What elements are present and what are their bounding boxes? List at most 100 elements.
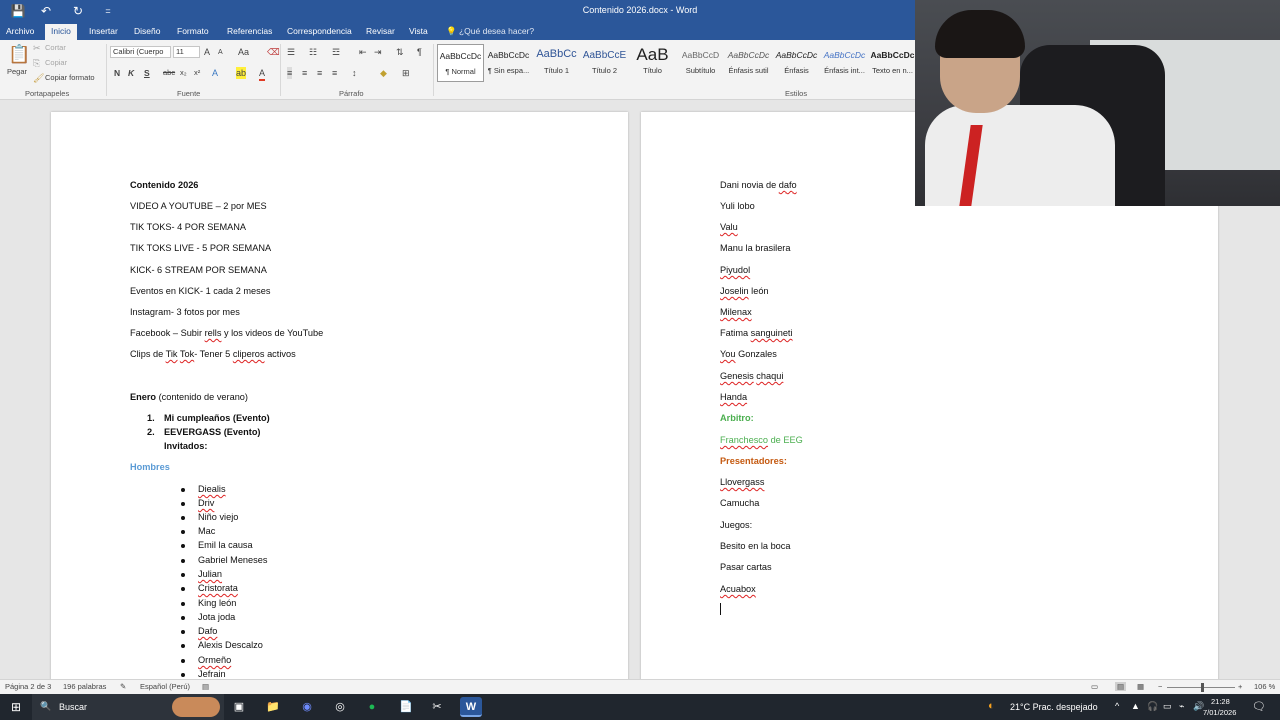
clear-format-icon[interactable]: ⌫: [267, 46, 280, 58]
increase-indent-icon[interactable]: ⇥: [374, 46, 382, 58]
guest-line: Dani novia de dafo: [720, 180, 797, 190]
multilevel-list-icon[interactable]: ☲: [332, 46, 340, 58]
style-heading-2[interactable]: AaBbCcE Título 2: [581, 44, 628, 82]
change-case-button[interactable]: Aa: [238, 46, 249, 58]
tab-insertar[interactable]: Insertar: [83, 24, 124, 40]
search-highlight-icon: [172, 697, 220, 717]
page-count[interactable]: Página 2 de 3: [5, 682, 51, 691]
bullet-marker: [181, 488, 185, 492]
cut-icon: ✂: [33, 43, 41, 53]
copy-icon: ⎘: [33, 58, 41, 68]
clock-time[interactable]: 21:28: [1211, 697, 1230, 706]
numbering-icon[interactable]: ☷: [309, 46, 317, 58]
bullets-icon[interactable]: ☰: [287, 46, 295, 58]
underline-button[interactable]: S: [144, 67, 150, 79]
hombres-heading: Hombres: [130, 462, 170, 472]
tab-referencias[interactable]: Referencias: [221, 24, 278, 40]
format-painter-button[interactable]: Copiar formato: [45, 72, 95, 84]
decrease-indent-icon[interactable]: ⇤: [359, 46, 367, 58]
taskbar-search[interactable]: 🔍 Buscar: [32, 694, 224, 720]
language-indicator[interactable]: Español (Perú): [140, 682, 190, 691]
read-mode-icon[interactable]: ▭: [1091, 682, 1098, 691]
task-view-icon[interactable]: ▣: [228, 697, 250, 717]
italic-button[interactable]: K: [128, 67, 134, 79]
tell-me-search[interactable]: 💡 ¿Qué desea hacer?: [446, 24, 534, 38]
shrink-font-button[interactable]: A: [218, 47, 223, 59]
word-icon[interactable]: W: [460, 697, 482, 717]
copy-button[interactable]: Copiar: [45, 57, 67, 69]
text-effects-icon[interactable]: A: [212, 67, 218, 79]
style-heading-1[interactable]: AaBbCc Título 1: [533, 44, 580, 82]
paste-button[interactable]: Pegar: [7, 66, 27, 78]
style-title[interactable]: AaB Título: [629, 44, 676, 82]
document-app-icon[interactable]: 📄: [395, 697, 417, 717]
style-name: Énfasis int...: [824, 66, 865, 75]
word-count[interactable]: 196 palabras: [63, 682, 106, 691]
subscript-button[interactable]: x₂: [180, 67, 187, 79]
zoom-slider-thumb[interactable]: [1201, 683, 1204, 692]
borders-icon[interactable]: ⊞: [402, 67, 410, 79]
discord-icon[interactable]: ◉: [296, 697, 318, 717]
pilcrow-icon[interactable]: ¶: [417, 46, 422, 58]
proofing-icon[interactable]: ✎: [120, 682, 126, 691]
align-center-icon[interactable]: ≡: [302, 67, 307, 79]
weather-text[interactable]: 21°C Prac. despejado: [1010, 702, 1098, 712]
font-size-select[interactable]: 11: [173, 46, 200, 58]
print-layout-icon[interactable]: ▤: [1115, 682, 1127, 691]
zoom-out-button[interactable]: −: [1158, 682, 1162, 691]
obs-icon[interactable]: ◎: [329, 697, 351, 717]
tray-chevron-icon[interactable]: ^: [1115, 701, 1119, 711]
tab-archivo[interactable]: Archivo: [0, 24, 40, 40]
network-icon[interactable]: ⌁: [1179, 701, 1184, 712]
align-right-icon[interactable]: ≡: [317, 67, 322, 79]
justify-icon[interactable]: ≡: [332, 67, 337, 79]
font-family-select[interactable]: Calibri (Cuerpo: [110, 46, 171, 58]
document-page-left[interactable]: Contenido 2026 VIDEO A YOUTUBE – 2 por M…: [51, 112, 628, 679]
cut-button[interactable]: Cortar: [45, 42, 66, 54]
paste-icon[interactable]: 📋: [8, 44, 30, 64]
notifications-icon[interactable]: 🗨: [1252, 700, 1266, 713]
windows-start-icon[interactable]: ⊞: [5, 697, 27, 717]
style-emphasis[interactable]: AaBbCcDc Énfasis: [773, 44, 820, 82]
font-group-label: Fuente: [177, 89, 201, 98]
sort-icon[interactable]: ⇅: [396, 46, 404, 58]
align-left-icon[interactable]: ≡: [287, 67, 293, 79]
battery-icon[interactable]: ▭: [1163, 701, 1172, 712]
misspelled-word: cliperos: [232, 349, 265, 359]
file-explorer-icon[interactable]: 📁: [262, 697, 284, 717]
tab-correspondencia[interactable]: Correspondencia: [281, 24, 358, 40]
tray-app-icon[interactable]: ▲: [1131, 701, 1140, 711]
spotify-icon[interactable]: ●: [361, 697, 383, 717]
zoom-level[interactable]: 106 %: [1254, 682, 1275, 691]
line-spacing-icon[interactable]: ↕: [352, 67, 357, 79]
strikethrough-button[interactable]: abc: [163, 67, 175, 79]
tab-diseno[interactable]: Diseño: [128, 24, 166, 40]
grow-font-button[interactable]: A: [204, 46, 210, 58]
clock-date[interactable]: 7/01/2026: [1203, 708, 1236, 717]
superscript-button[interactable]: x²: [194, 67, 200, 79]
font-color-icon[interactable]: A: [259, 67, 266, 81]
misspelled-word: Tok: [179, 349, 195, 359]
zoom-in-button[interactable]: +: [1238, 682, 1242, 691]
headset-icon[interactable]: 🎧: [1147, 701, 1158, 712]
macro-icon[interactable]: ▤: [202, 682, 209, 691]
style-strong[interactable]: AaBbCcDc Texto en n...: [869, 44, 916, 82]
web-layout-icon[interactable]: ▦: [1137, 682, 1144, 691]
tab-formato[interactable]: Formato: [171, 24, 215, 40]
tab-revisar[interactable]: Revisar: [360, 24, 401, 40]
bullet-marker: [181, 630, 185, 634]
capcut-icon[interactable]: ✂: [426, 697, 448, 717]
style-sample: AaBbCcDc: [823, 50, 866, 60]
numbered-item-number: 2.: [147, 427, 155, 437]
style-intense-emphasis[interactable]: AaBbCcDc Énfasis int...: [821, 44, 868, 82]
style-normal[interactable]: AaBbCcDc ¶ Normal: [437, 44, 484, 82]
bullet-marker: [181, 602, 185, 606]
tab-inicio[interactable]: Inicio: [45, 24, 77, 40]
bold-button[interactable]: N: [114, 67, 120, 79]
tab-vista[interactable]: Vista: [403, 24, 434, 40]
highlight-icon[interactable]: ab: [236, 67, 247, 79]
style-subtitle[interactable]: AaBbCcD Subtítulo: [677, 44, 724, 82]
style-no-spacing[interactable]: AaBbCcDc ¶ Sin espa...: [485, 44, 532, 82]
shading-icon[interactable]: ◆: [380, 67, 387, 79]
style-subtle-emphasis[interactable]: AaBbCcDc Énfasis sutil: [725, 44, 772, 82]
